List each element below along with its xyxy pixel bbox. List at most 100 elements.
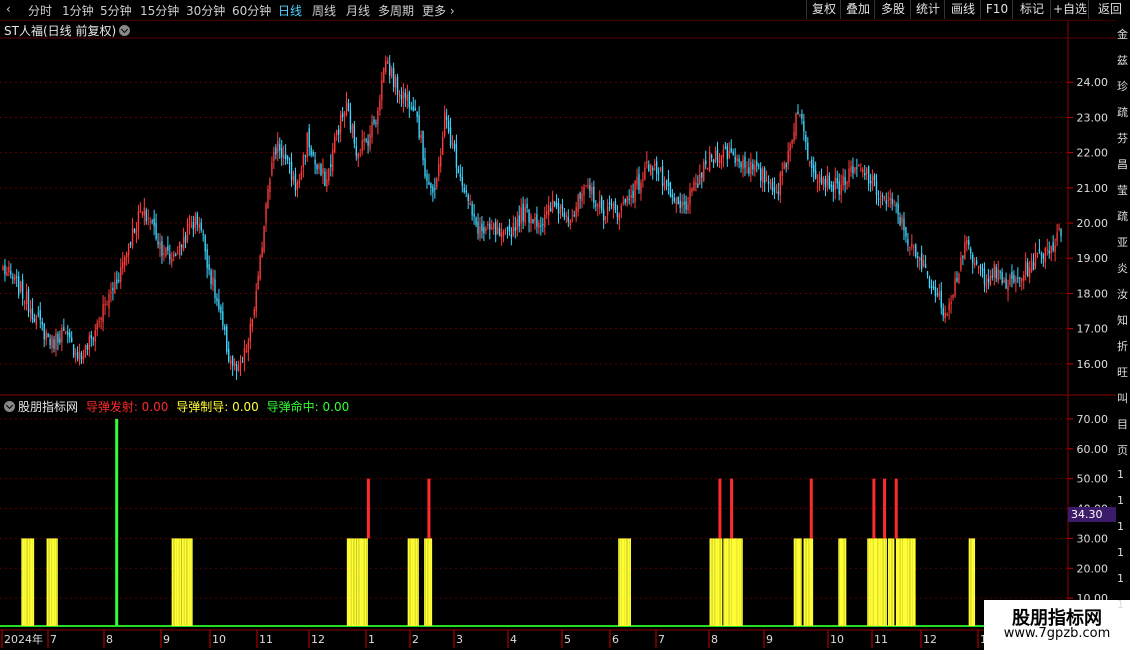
candle-body bbox=[883, 196, 886, 200]
candle-body bbox=[528, 209, 530, 223]
candle-body bbox=[494, 221, 497, 236]
candle-body bbox=[889, 197, 891, 201]
candle-body bbox=[922, 259, 925, 267]
right-column-char: 汝 bbox=[1117, 288, 1128, 301]
candle-body bbox=[267, 188, 269, 209]
candle-body bbox=[14, 275, 16, 281]
candle-body bbox=[622, 202, 624, 204]
candle-body bbox=[1058, 228, 1060, 230]
candle-body bbox=[1007, 285, 1009, 291]
candle-body bbox=[184, 235, 187, 243]
candle-body bbox=[504, 230, 507, 232]
candle-body bbox=[422, 130, 424, 161]
candle-body bbox=[720, 155, 723, 164]
candle-body bbox=[373, 119, 375, 124]
candle-body bbox=[412, 106, 414, 111]
candle-body bbox=[249, 323, 252, 342]
right-column-char: 页 bbox=[1117, 444, 1128, 457]
candle-body bbox=[767, 182, 770, 185]
candle-body bbox=[750, 162, 752, 174]
candle-body bbox=[300, 171, 303, 180]
candle-body bbox=[388, 63, 391, 76]
candle-body bbox=[110, 291, 112, 293]
candle-body bbox=[779, 172, 782, 196]
candle-body bbox=[734, 156, 736, 163]
candle-body bbox=[143, 207, 146, 216]
candle-body bbox=[347, 103, 350, 111]
right-column-char: 芬 bbox=[1117, 132, 1128, 145]
right-column-char: 叫 bbox=[1117, 392, 1128, 405]
candle-body bbox=[544, 214, 546, 228]
candle-body bbox=[842, 175, 844, 186]
candle-body bbox=[1023, 274, 1025, 281]
indicator-tick-label: 60.00 bbox=[1077, 443, 1109, 456]
x-tick-label: 7 bbox=[658, 633, 665, 646]
candle-body bbox=[879, 198, 882, 200]
candle-body bbox=[758, 165, 760, 167]
candle-body bbox=[502, 232, 505, 237]
candle-body bbox=[292, 176, 295, 182]
indicator-tick-label: 20.00 bbox=[1077, 562, 1109, 575]
candle-body bbox=[298, 180, 301, 184]
candle-body bbox=[769, 180, 772, 183]
candle-body bbox=[657, 173, 660, 175]
candle-body bbox=[196, 213, 199, 225]
candle-body bbox=[1060, 229, 1062, 237]
candle-body bbox=[257, 275, 259, 289]
candle-body bbox=[202, 234, 204, 236]
candle-body bbox=[759, 168, 762, 181]
candle-body bbox=[915, 244, 917, 257]
candle-body bbox=[70, 337, 73, 342]
candle-body bbox=[756, 160, 758, 166]
candle-body bbox=[220, 306, 222, 314]
candle-body bbox=[173, 253, 175, 257]
candle-body bbox=[92, 338, 94, 340]
candle-body bbox=[540, 225, 542, 227]
candle-body bbox=[942, 307, 944, 316]
candle-body bbox=[1013, 274, 1015, 282]
candle-body bbox=[424, 157, 426, 177]
candle-body bbox=[981, 268, 984, 270]
x-tick-label: 2024年 bbox=[4, 632, 43, 646]
candle-body bbox=[571, 219, 573, 221]
candle-body bbox=[661, 165, 664, 186]
candle-body bbox=[80, 353, 83, 359]
candle-body bbox=[349, 110, 352, 130]
candle-body bbox=[4, 265, 6, 275]
candle-body bbox=[614, 201, 617, 211]
candle-body bbox=[1015, 278, 1017, 283]
price-chart[interactable]: 24.00 23.00 22.00 21.00 20.00 19.00 18.00 17.00… bbox=[0, 0, 1130, 650]
candle-body bbox=[17, 276, 20, 296]
candle-body bbox=[398, 94, 401, 97]
candle-body bbox=[116, 279, 118, 284]
price-tick-label: 24.00 bbox=[1077, 76, 1109, 89]
candle-body bbox=[463, 187, 465, 193]
candle-body bbox=[239, 363, 242, 367]
candle-body bbox=[918, 257, 921, 261]
candle-body bbox=[740, 162, 742, 168]
x-tick-label: 12 bbox=[923, 633, 937, 646]
candle-body bbox=[214, 279, 216, 299]
price-tick-label: 21.00 bbox=[1077, 182, 1109, 195]
candle-body bbox=[909, 247, 911, 249]
candle-body bbox=[438, 164, 440, 177]
candle-body bbox=[854, 167, 856, 172]
candle-body bbox=[123, 256, 126, 266]
candle-body bbox=[595, 204, 597, 206]
candle-body bbox=[579, 192, 581, 199]
candle-body bbox=[16, 276, 18, 278]
candle-body bbox=[72, 344, 75, 357]
x-tick-label: 10 bbox=[212, 633, 226, 646]
candle-body bbox=[899, 217, 901, 226]
candle-body bbox=[712, 159, 715, 163]
candle-body bbox=[483, 227, 485, 234]
candle-body bbox=[247, 341, 250, 352]
candle-body bbox=[255, 290, 257, 312]
candle-body bbox=[161, 241, 163, 256]
candle-body bbox=[432, 186, 434, 193]
candle-body bbox=[369, 133, 371, 149]
candle-body bbox=[897, 203, 899, 215]
candle-body bbox=[133, 229, 136, 233]
candle-body bbox=[797, 111, 799, 115]
candle-body bbox=[1036, 253, 1039, 255]
